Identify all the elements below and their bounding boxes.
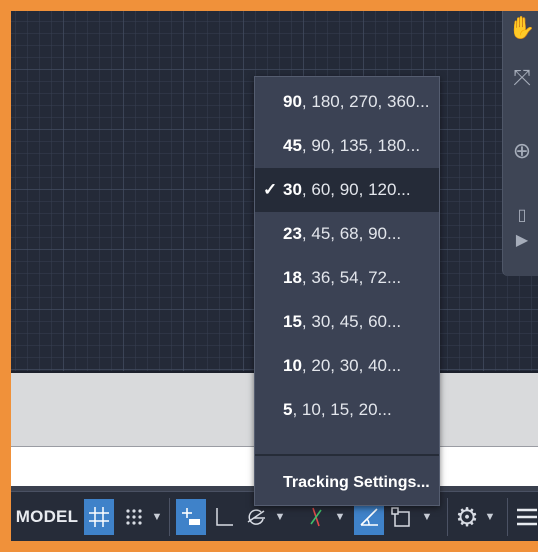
chevron-down-icon: ▼ <box>274 511 286 523</box>
polar-angle-increment: 45 <box>283 136 302 155</box>
polar-angle-option[interactable]: 15, 30, 45, 60... <box>255 300 439 344</box>
customization-button[interactable]: ⚙ <box>452 499 482 535</box>
polar-angle-sequence: , 36, 54, 72... <box>301 268 402 287</box>
isometric-icon <box>310 507 322 527</box>
polar-angle-label: 10, 20, 30, 40... <box>283 356 401 376</box>
gear-icon: ⚙ <box>455 501 479 532</box>
polar-angle-increment: 30 <box>283 180 302 199</box>
polar-angle-sequence: , 30, 45, 60... <box>301 312 402 331</box>
polar-angle-option[interactable]: 18, 36, 54, 72... <box>255 256 439 300</box>
orbit-icon[interactable]: ⊕ <box>507 136 537 166</box>
polar-angle-sequence: , 20, 30, 40... <box>301 356 402 375</box>
ortho-icon <box>216 508 233 526</box>
polar-tracking-icon <box>247 509 265 525</box>
polar-angle-option[interactable]: ✓ 30, 60, 90, 120... <box>255 168 439 212</box>
infer-constraints-icon <box>182 508 200 525</box>
polar-angle-label: 15, 30, 45, 60... <box>283 312 401 332</box>
polar-angle-increment: 18 <box>283 268 302 287</box>
object-snap-tracking-icon <box>360 508 378 526</box>
snap-dropdown[interactable]: ▼ <box>150 499 164 535</box>
pan-hand-icon[interactable]: ✋ <box>507 13 537 43</box>
model-label: MODEL <box>15 507 79 526</box>
infer-constraints-toggle[interactable] <box>176 499 206 535</box>
zoom-extents-icon[interactable]: ⤧ <box>507 63 537 93</box>
tracking-settings-item[interactable]: Tracking Settings... <box>255 461 439 505</box>
polar-angle-option[interactable]: 23, 45, 68, 90... <box>255 212 439 256</box>
polar-angle-sequence: , 60, 90, 120... <box>301 180 411 199</box>
navigation-bar: ✋ ⤧ ⊕ ▯ ▶ <box>502 11 538 276</box>
polar-angle-label: 30, 60, 90, 120... <box>283 180 411 200</box>
play-icon[interactable]: ▶ <box>507 226 537 256</box>
polar-angle-increment: 90 <box>283 92 302 111</box>
checkmark-icon: ✓ <box>263 180 278 199</box>
polar-angle-increment: 23 <box>283 224 302 243</box>
polar-angle-sequence: , 180, 270, 360... <box>301 92 430 111</box>
polar-angle-sequence: , 10, 15, 20... <box>292 400 392 419</box>
model-space-button[interactable]: MODEL <box>15 499 79 535</box>
polar-angle-label: 45, 90, 135, 180... <box>283 136 420 156</box>
polar-angle-option[interactable]: 10, 20, 30, 40... <box>255 344 439 388</box>
polar-angle-option[interactable]: 45, 90, 135, 180... <box>255 124 439 168</box>
polar-angle-label: 18, 36, 54, 72... <box>283 268 401 288</box>
chevron-down-icon: ▼ <box>334 511 346 523</box>
polar-angle-label: 5, 10, 15, 20... <box>283 400 392 420</box>
snap-toggle[interactable] <box>119 499 149 535</box>
grid-toggle[interactable] <box>84 499 114 535</box>
divider <box>447 498 448 536</box>
polar-angle-label: 23, 45, 68, 90... <box>283 224 401 244</box>
window-frame: ✋ ⤧ ⊕ ▯ ▶ MODEL ▼ ▼ ▼ ▼ ⚙ ▼ 90, 180, 270… <box>0 0 538 552</box>
ortho-toggle[interactable] <box>209 499 239 535</box>
chevron-down-icon: ▼ <box>484 511 496 523</box>
grid-icon <box>89 507 109 527</box>
polar-angle-option[interactable]: 5, 10, 15, 20... <box>255 388 439 432</box>
chevron-down-icon: ▼ <box>421 511 433 523</box>
status-menu-button[interactable] <box>513 499 538 535</box>
customization-dropdown[interactable]: ▼ <box>483 499 497 535</box>
autocad-viewport: ✋ ⤧ ⊕ ▯ ▶ MODEL ▼ ▼ ▼ ▼ ⚙ ▼ 90, 180, 270… <box>11 11 538 541</box>
polar-angle-increment: 10 <box>283 356 302 375</box>
menu-icon <box>516 508 537 526</box>
polar-angle-increment: 15 <box>283 312 302 331</box>
object-snap-icon <box>391 507 410 527</box>
menu-separator <box>255 454 439 456</box>
snap-icon <box>126 509 142 525</box>
polar-angle-menu: 90, 180, 270, 360... 45, 90, 135, 180... ✓… <box>254 76 440 506</box>
polar-angle-option[interactable]: 90, 180, 270, 360... <box>255 80 439 124</box>
polar-angle-label: 90, 180, 270, 360... <box>283 92 430 112</box>
polar-angle-sequence: , 45, 68, 90... <box>301 224 402 243</box>
chevron-down-icon: ▼ <box>151 511 163 523</box>
tracking-settings-label: Tracking Settings... <box>283 474 430 491</box>
polar-angle-sequence: , 90, 135, 180... <box>301 136 421 155</box>
divider <box>169 498 170 536</box>
divider <box>507 498 508 536</box>
